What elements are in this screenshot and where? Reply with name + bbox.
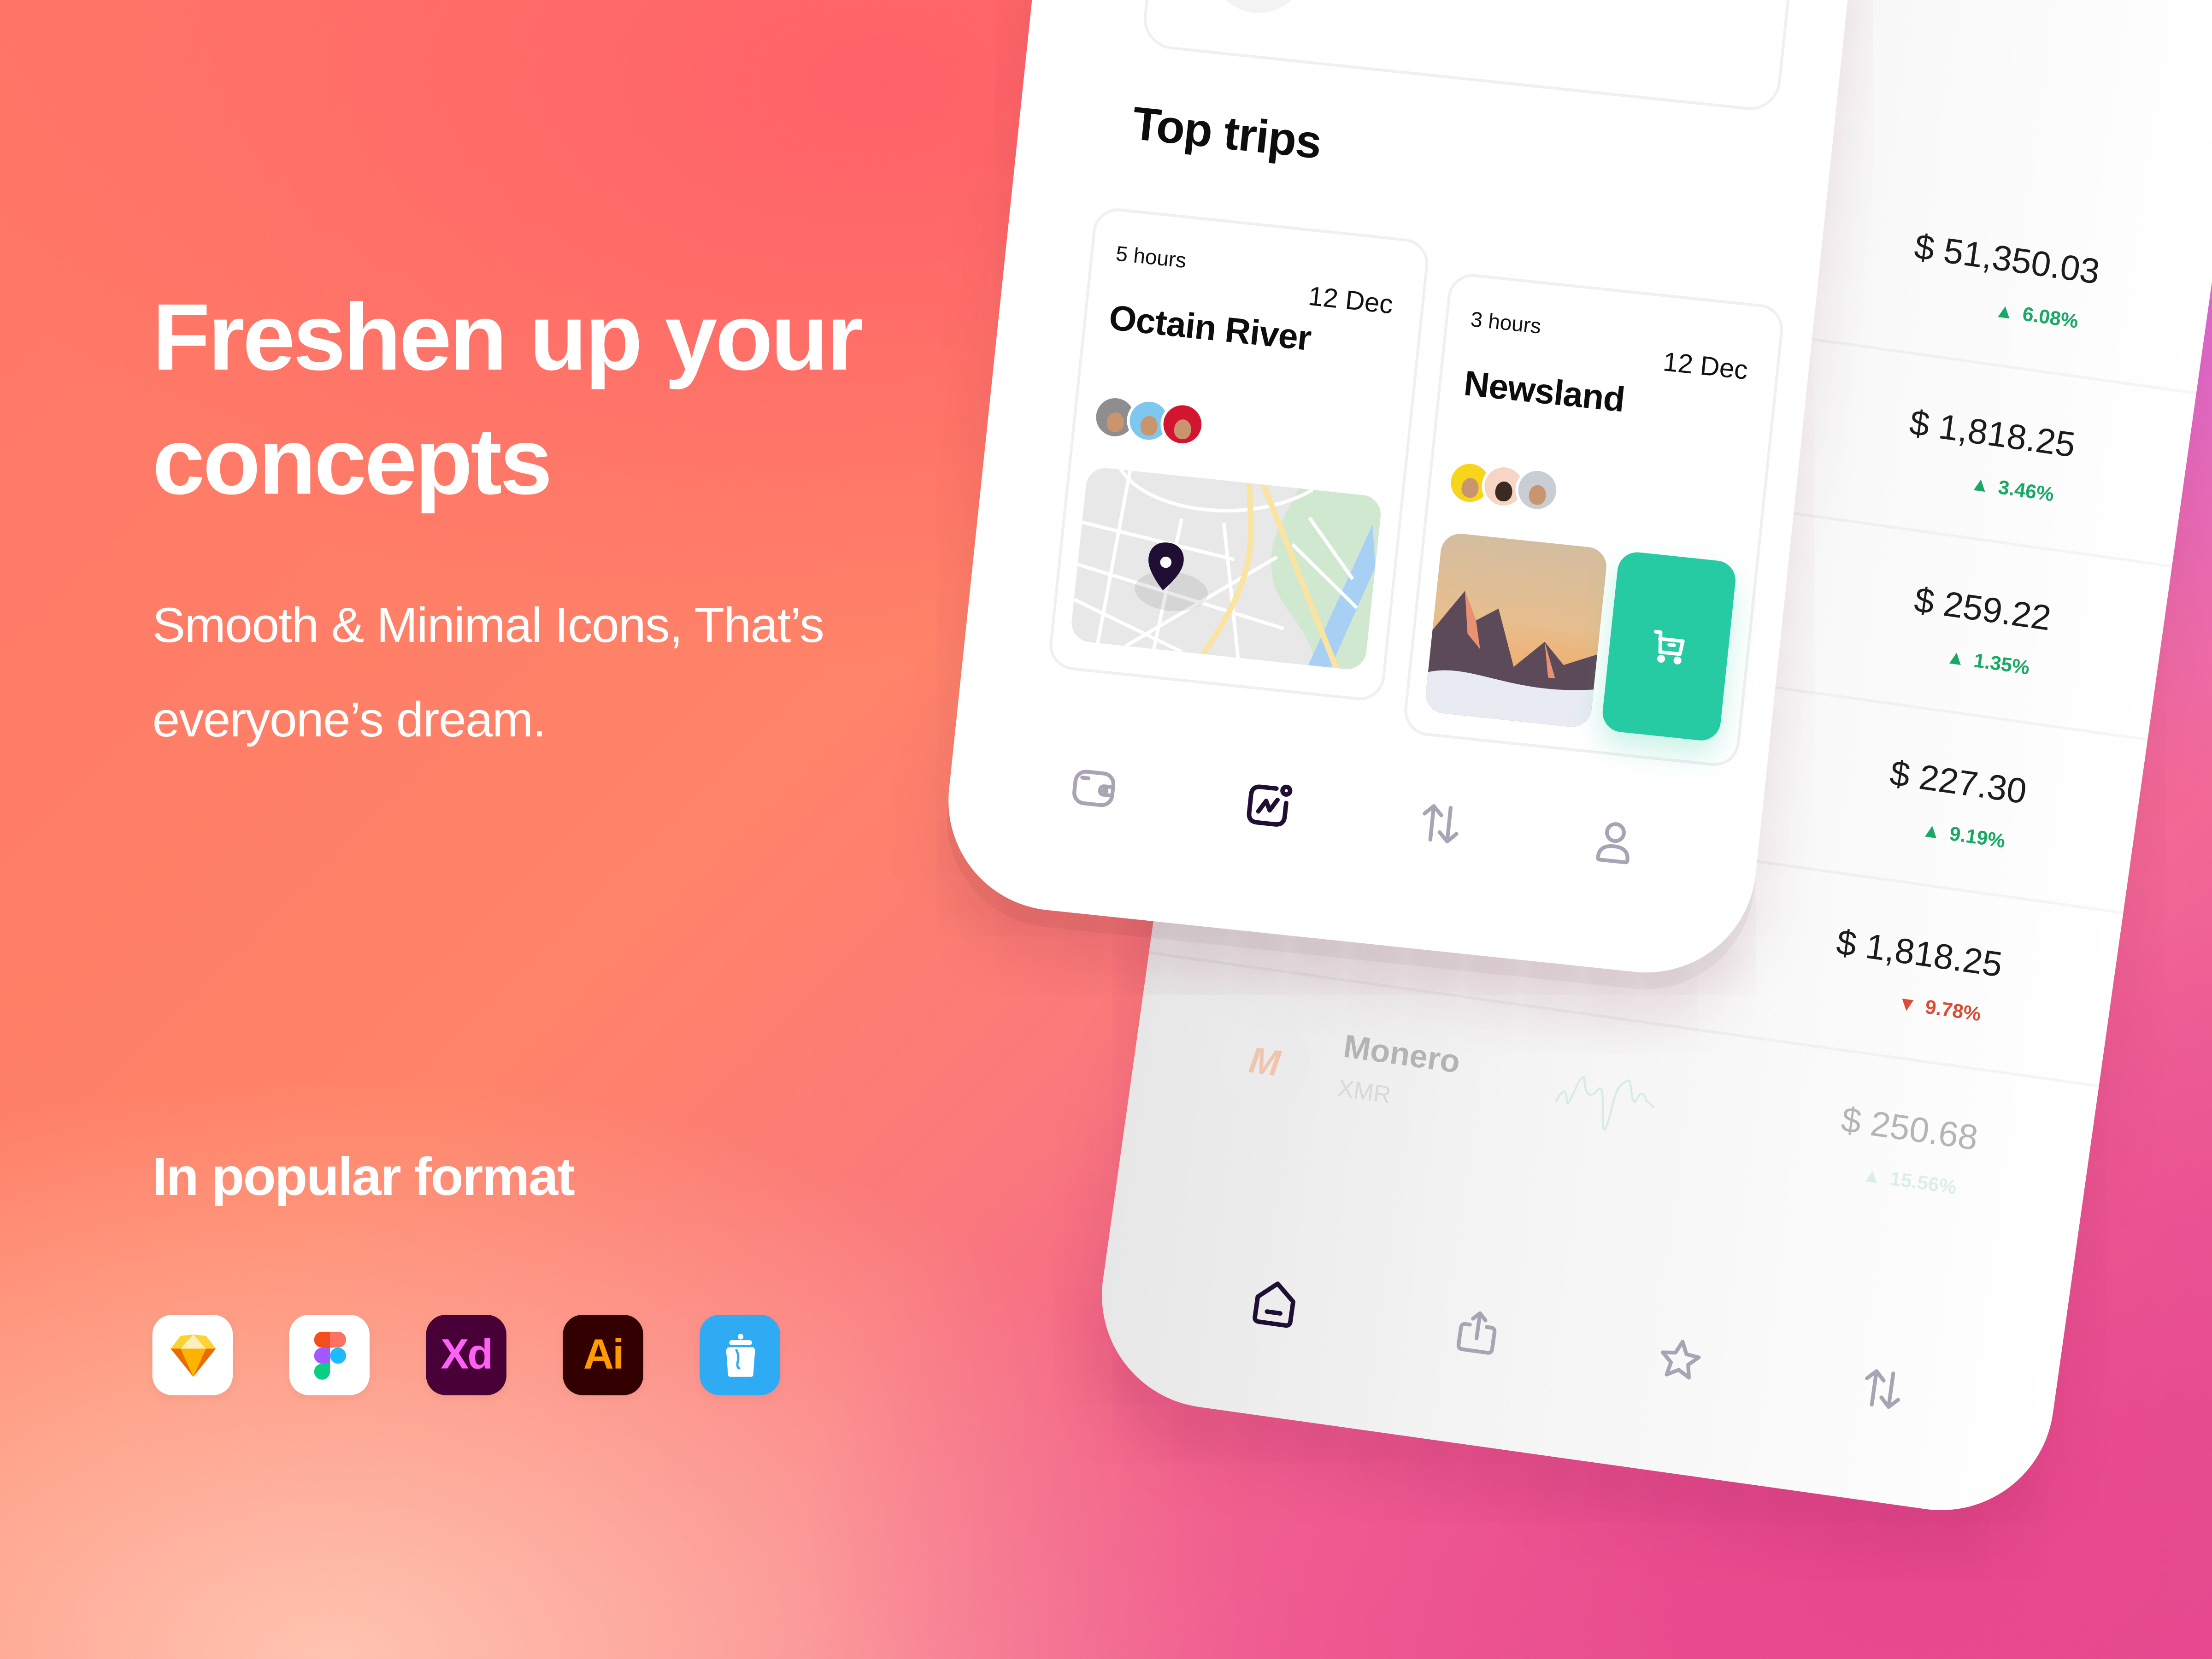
sparkline bbox=[1554, 1076, 1655, 1131]
nav-favorites[interactable] bbox=[1641, 1322, 1718, 1399]
participant-avatars bbox=[1091, 393, 1207, 448]
trip-name: Octain River bbox=[1107, 298, 1313, 359]
headline: Freshen up your concepts bbox=[152, 285, 864, 515]
iconjar-icon bbox=[725, 1333, 755, 1377]
wallet-icon bbox=[1072, 770, 1115, 807]
format-sketch[interactable] bbox=[152, 1315, 233, 1395]
trip-card[interactable]: 5 hours 12 Dec Octain River bbox=[1047, 206, 1431, 703]
trip-date: 12 Dec bbox=[1661, 348, 1749, 387]
nav-activity[interactable] bbox=[1230, 768, 1304, 842]
top-card[interactable]: ...to climbing. bbox=[1141, 0, 1799, 113]
coin-price: $ 51,350.03 bbox=[1912, 227, 2102, 293]
trip-name: Newsland bbox=[1462, 364, 1627, 420]
coin-change: ▲ 6.08% bbox=[1993, 298, 2080, 332]
transfer-arrows-icon bbox=[1864, 1369, 1900, 1409]
coin-symbol: XMR bbox=[1336, 1075, 1393, 1109]
trip-date: 12 Dec bbox=[1306, 282, 1394, 321]
promo-canvas: $ 51,350.03 ▲ 6.08% $ 1,818.25 ▲ 3.46% $ 2… bbox=[0, 0, 2212, 1659]
cart-icon bbox=[1653, 629, 1685, 665]
section-title: Top trips bbox=[1130, 96, 1324, 169]
figma-icon bbox=[313, 1331, 346, 1379]
formats-title: In popular format bbox=[152, 1148, 575, 1208]
coin-name: Monero bbox=[1341, 1027, 1463, 1080]
map-graphic bbox=[1070, 466, 1383, 671]
monero-logo: M bbox=[1213, 1010, 1316, 1112]
coin-change: ▲ 15.56% bbox=[1860, 1163, 1958, 1199]
card-avatar bbox=[1204, 0, 1313, 18]
star-icon bbox=[1660, 1340, 1700, 1380]
trend-up-icon: ▲ bbox=[1860, 1163, 1883, 1188]
ai-icon: Ai bbox=[583, 1331, 624, 1378]
trip-duration: 5 hours bbox=[1114, 242, 1188, 274]
trend-up-icon: ▲ bbox=[1945, 644, 1967, 670]
share-upload-icon bbox=[1456, 1311, 1496, 1355]
xd-icon: Xd bbox=[441, 1331, 493, 1378]
coin-price: $ 259.22 bbox=[1912, 580, 2053, 639]
format-iconjar[interactable] bbox=[700, 1315, 780, 1395]
nav-profile[interactable] bbox=[1577, 805, 1652, 879]
nav-home[interactable] bbox=[1236, 1265, 1312, 1342]
coin-price: $ 1,818.25 bbox=[1834, 923, 2005, 985]
activity-chart-icon bbox=[1246, 784, 1292, 827]
nav-transfer[interactable] bbox=[1404, 787, 1478, 861]
coin-price: $ 1,818.25 bbox=[1907, 403, 2078, 466]
sketch-icon bbox=[170, 1334, 215, 1377]
nav-transfer[interactable] bbox=[1844, 1351, 1920, 1427]
coin-price: $ 250.68 bbox=[1839, 1100, 1981, 1159]
trend-up-icon: ▲ bbox=[1969, 471, 1992, 497]
mountain-photo[interactable] bbox=[1424, 531, 1609, 729]
coin-change: ▲ 1.35% bbox=[1945, 644, 2031, 679]
trip-map[interactable] bbox=[1070, 466, 1383, 671]
format-icons: Xd Ai bbox=[152, 1315, 780, 1395]
trend-up-icon: ▲ bbox=[1920, 818, 1943, 843]
format-xd[interactable]: Xd bbox=[426, 1315, 506, 1395]
participant-avatars bbox=[1446, 459, 1561, 514]
subheadline: Smooth & Minimal Icons, That’s everyone’… bbox=[152, 598, 824, 748]
home-icon bbox=[1252, 1281, 1295, 1328]
add-to-cart-button[interactable] bbox=[1600, 550, 1738, 742]
format-figma[interactable] bbox=[289, 1315, 370, 1395]
coin-change: ▲ 3.46% bbox=[1969, 471, 2056, 506]
user-icon bbox=[1596, 822, 1630, 865]
trip-duration: 3 hours bbox=[1469, 308, 1542, 339]
trend-up-icon: ▲ bbox=[1993, 298, 2016, 324]
trend-down-icon: ▼ bbox=[1896, 991, 1919, 1017]
nav-wallet[interactable] bbox=[1057, 750, 1131, 824]
transfer-arrows-icon bbox=[1423, 804, 1459, 844]
format-illustrator[interactable]: Ai bbox=[563, 1315, 643, 1395]
nav-share[interactable] bbox=[1438, 1294, 1515, 1370]
coin-change: ▲ 9.19% bbox=[1920, 818, 2007, 852]
coin-change: ▼ 9.78% bbox=[1896, 991, 1983, 1025]
coin-price: $ 227.30 bbox=[1887, 753, 2029, 812]
trip-card[interactable]: 3 hours 12 Dec Newsland bbox=[1401, 271, 1786, 769]
mountain-graphic bbox=[1424, 591, 1598, 729]
